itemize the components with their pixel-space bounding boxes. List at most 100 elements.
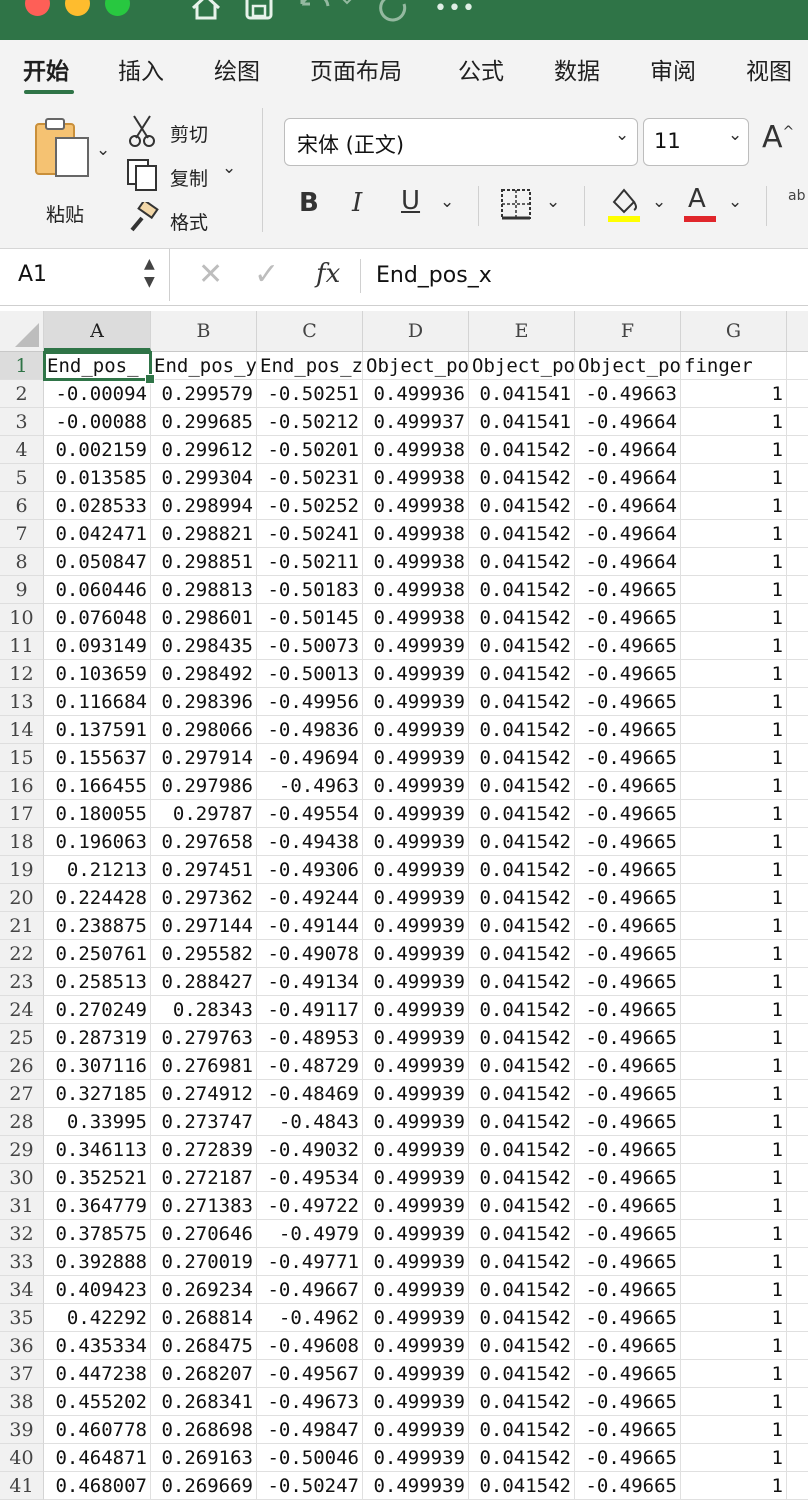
data-cell[interactable]: 0.499939 <box>363 912 469 940</box>
cut-button[interactable]: 剪切 <box>170 120 208 147</box>
empty-cell[interactable] <box>787 940 808 968</box>
undo-icon[interactable] <box>298 0 354 27</box>
empty-cell[interactable] <box>787 1332 808 1360</box>
data-cell[interactable]: 0.287319 <box>44 1024 151 1052</box>
data-cell[interactable]: 0.499939 <box>363 856 469 884</box>
data-cell[interactable]: 1 <box>681 1472 787 1500</box>
data-cell[interactable]: -0.49665 <box>575 968 681 996</box>
data-cell[interactable]: 1 <box>681 772 787 800</box>
data-cell[interactable]: 0.327185 <box>44 1080 151 1108</box>
data-cell[interactable]: 0.346113 <box>44 1136 151 1164</box>
empty-cell[interactable] <box>787 1248 808 1276</box>
row-header[interactable]: 1 <box>0 352 44 380</box>
data-cell[interactable]: 0.041541 <box>469 380 575 408</box>
data-cell[interactable]: -0.49134 <box>257 968 363 996</box>
data-cell[interactable]: -0.49665 <box>575 716 681 744</box>
data-cell[interactable]: -0.49771 <box>257 1248 363 1276</box>
data-cell[interactable]: 1 <box>681 576 787 604</box>
data-cell[interactable]: -0.49665 <box>575 940 681 968</box>
data-cell[interactable]: 0.499938 <box>363 548 469 576</box>
data-cell[interactable]: 0.002159 <box>44 436 151 464</box>
data-cell[interactable]: 0.499939 <box>363 1304 469 1332</box>
data-cell[interactable]: -0.49665 <box>575 632 681 660</box>
data-cell[interactable]: -0.50145 <box>257 604 363 632</box>
empty-cell[interactable] <box>787 1444 808 1472</box>
data-cell[interactable]: 0.297914 <box>151 744 257 772</box>
data-cell[interactable]: -0.49665 <box>575 1416 681 1444</box>
empty-cell[interactable] <box>787 464 808 492</box>
column-header-f[interactable]: F <box>575 311 681 351</box>
data-cell[interactable]: 1 <box>681 492 787 520</box>
data-cell[interactable]: 0.041542 <box>469 660 575 688</box>
empty-cell[interactable] <box>787 884 808 912</box>
empty-cell[interactable] <box>787 548 808 576</box>
row-header[interactable]: 34 <box>0 1276 44 1304</box>
data-cell[interactable]: 1 <box>681 940 787 968</box>
data-cell[interactable]: 0.050847 <box>44 548 151 576</box>
row-header[interactable]: 2 <box>0 380 44 408</box>
data-cell[interactable]: 0.041542 <box>469 492 575 520</box>
data-cell[interactable]: 0.28343 <box>151 996 257 1024</box>
data-cell[interactable]: 0.435334 <box>44 1332 151 1360</box>
data-cell[interactable]: 0.041542 <box>469 1024 575 1052</box>
header-cell[interactable]: End_pos_z <box>257 352 363 380</box>
data-cell[interactable]: 0.299304 <box>151 464 257 492</box>
data-cell[interactable]: -0.49665 <box>575 1248 681 1276</box>
tab-formulas[interactable]: 公式 <box>458 52 504 86</box>
data-cell[interactable]: 1 <box>681 1220 787 1248</box>
scissors-icon[interactable] <box>128 114 156 152</box>
data-cell[interactable]: 0.21213 <box>44 856 151 884</box>
data-cell[interactable]: -0.49244 <box>257 884 363 912</box>
data-cell[interactable]: 0.041542 <box>469 520 575 548</box>
data-cell[interactable]: -0.49665 <box>575 828 681 856</box>
borders-chevron-icon[interactable]: ⌄ <box>546 192 560 212</box>
data-cell[interactable]: -0.4979 <box>257 1220 363 1248</box>
column-header-overflow[interactable] <box>787 311 808 351</box>
row-header[interactable]: 26 <box>0 1052 44 1080</box>
data-cell[interactable]: 0.041542 <box>469 772 575 800</box>
empty-cell[interactable] <box>787 800 808 828</box>
data-cell[interactable]: 0.499938 <box>363 520 469 548</box>
row-header[interactable]: 38 <box>0 1388 44 1416</box>
data-cell[interactable]: 0.499939 <box>363 1136 469 1164</box>
empty-cell[interactable] <box>787 716 808 744</box>
empty-cell[interactable] <box>787 996 808 1024</box>
row-header[interactable]: 23 <box>0 968 44 996</box>
row-header[interactable]: 22 <box>0 940 44 968</box>
data-cell[interactable]: 1 <box>681 828 787 856</box>
data-cell[interactable]: -0.49665 <box>575 884 681 912</box>
row-header[interactable]: 35 <box>0 1304 44 1332</box>
format-painter-icon[interactable] <box>128 198 160 238</box>
column-header-g[interactable]: G <box>681 311 787 351</box>
row-header[interactable]: 39 <box>0 1416 44 1444</box>
data-cell[interactable]: 0.499939 <box>363 632 469 660</box>
empty-cell[interactable] <box>787 772 808 800</box>
data-cell[interactable]: 0.093149 <box>44 632 151 660</box>
empty-cell[interactable] <box>787 744 808 772</box>
italic-button[interactable]: I <box>352 188 362 218</box>
bold-button[interactable]: B <box>299 188 319 218</box>
header-cell[interactable]: finger <box>681 352 787 380</box>
data-cell[interactable]: 0.268207 <box>151 1360 257 1388</box>
formula-input[interactable]: End_pos_x <box>376 263 492 288</box>
data-cell[interactable]: 1 <box>681 604 787 632</box>
data-cell[interactable]: 0.364779 <box>44 1192 151 1220</box>
data-cell[interactable]: 0.041542 <box>469 548 575 576</box>
data-cell[interactable]: -0.49664 <box>575 548 681 576</box>
row-header[interactable]: 33 <box>0 1248 44 1276</box>
data-cell[interactable]: -0.49665 <box>575 1192 681 1220</box>
data-cell[interactable]: 0.499939 <box>363 800 469 828</box>
data-cell[interactable]: 0.270249 <box>44 996 151 1024</box>
data-cell[interactable]: -0.49534 <box>257 1164 363 1192</box>
data-cell[interactable]: -0.49665 <box>575 996 681 1024</box>
data-cell[interactable]: -0.49665 <box>575 1220 681 1248</box>
data-cell[interactable]: -0.49847 <box>257 1416 363 1444</box>
empty-cell[interactable] <box>787 1052 808 1080</box>
header-cell[interactable]: End_pos_ <box>43 351 152 381</box>
data-cell[interactable]: 0.499939 <box>363 1388 469 1416</box>
data-cell[interactable]: -0.49665 <box>575 1388 681 1416</box>
row-header[interactable]: 7 <box>0 520 44 548</box>
empty-cell[interactable] <box>787 1164 808 1192</box>
row-header[interactable]: 28 <box>0 1108 44 1136</box>
data-cell[interactable]: 1 <box>681 1108 787 1136</box>
